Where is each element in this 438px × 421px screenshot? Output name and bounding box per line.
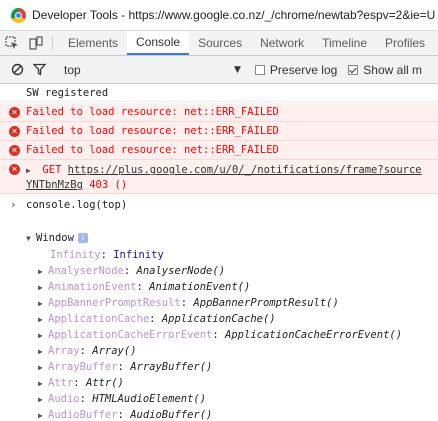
expand-triangle-icon[interactable]: ▶ bbox=[38, 360, 48, 376]
request-status: 403 () bbox=[89, 179, 128, 191]
property-value: AnimationEvent() bbox=[149, 281, 251, 293]
error-icon: ✕ bbox=[9, 164, 20, 175]
property-row[interactable]: ▶ ArrayBuffer: ArrayBuffer() bbox=[38, 359, 212, 375]
property-key: Attr bbox=[48, 377, 74, 389]
expand-triangle-icon[interactable]: ▶ bbox=[38, 392, 48, 408]
collapse-triangle-icon[interactable]: ▼ bbox=[26, 231, 36, 247]
expand-triangle-icon[interactable]: ▶ bbox=[38, 280, 48, 296]
property-value: ApplicationCacheErrorEvent() bbox=[225, 329, 403, 341]
console-log-line: SW registered bbox=[0, 84, 438, 102]
property-row[interactable]: ▶ AudioBuffer: AudioBuffer() bbox=[38, 407, 212, 421]
property-row[interactable]: ▶ Array: Array() bbox=[38, 343, 137, 359]
context-selector[interactable]: top bbox=[64, 63, 234, 77]
error-icon: ✕ bbox=[9, 107, 20, 118]
property-value: ArrayBuffer() bbox=[130, 361, 213, 373]
console-command-line: › console.log(top) bbox=[0, 194, 438, 216]
console-error-line: ✕ Failed to load resource: net::ERR_FAIL… bbox=[0, 141, 438, 160]
log-text: SW registered bbox=[26, 87, 109, 99]
property-row[interactable]: ▶ AnimationEvent: AnimationEvent() bbox=[38, 279, 250, 295]
command-text: console.log(top) bbox=[26, 199, 128, 211]
devtools-tabbar: Elements Console Sources Network Timelin… bbox=[0, 30, 438, 56]
tab-timeline[interactable]: Timeline bbox=[313, 31, 376, 55]
inspect-element-icon[interactable] bbox=[0, 31, 24, 55]
tab-elements[interactable]: Elements bbox=[59, 31, 127, 55]
show-all-messages-checkbox[interactable] bbox=[348, 64, 359, 75]
error-text: Failed to load resource: net::ERR_FAILED bbox=[26, 144, 279, 156]
expand-triangle-icon[interactable]: ▶ bbox=[38, 328, 48, 344]
window-label: Window bbox=[36, 232, 74, 244]
clear-console-icon[interactable] bbox=[6, 63, 28, 76]
device-mode-icon[interactable] bbox=[24, 31, 48, 55]
property-key: AnimationEvent bbox=[48, 281, 137, 293]
console-error-line: ✕ Failed to load resource: net::ERR_FAIL… bbox=[0, 103, 438, 122]
error-icon: ✕ bbox=[9, 126, 20, 137]
window-object-header[interactable]: ▼ Window i bbox=[26, 230, 88, 246]
filter-icon[interactable] bbox=[28, 63, 50, 76]
property-key: Array bbox=[48, 345, 80, 357]
prompt-chevron-icon: › bbox=[10, 198, 17, 211]
property-row[interactable]: ▶ Audio: HTMLAudioElement() bbox=[38, 391, 206, 407]
console-filterbar: top ▼ Preserve log Show all m bbox=[0, 56, 438, 84]
preserve-log-label[interactable]: Preserve log bbox=[270, 63, 337, 77]
property-key: ArrayBuffer bbox=[48, 361, 118, 373]
property-row[interactable]: ▶ Attr: Attr() bbox=[38, 375, 124, 391]
property-key: Infinity bbox=[50, 249, 101, 261]
preserve-log-checkbox[interactable] bbox=[254, 64, 265, 75]
property-key: ApplicationCache bbox=[48, 313, 150, 325]
property-value: ApplicationCache() bbox=[161, 313, 276, 325]
window-titlebar: Developer Tools - https://www.google.co.… bbox=[0, 0, 438, 30]
context-dropdown-icon[interactable]: ▼ bbox=[234, 65, 241, 75]
property-value: HTMLAudioElement() bbox=[92, 393, 207, 405]
expand-triangle-icon[interactable]: ▶ bbox=[38, 312, 48, 328]
console-error-line: ✕ Failed to load resource: net::ERR_FAIL… bbox=[0, 122, 438, 141]
property-key: Audio bbox=[48, 393, 80, 405]
expand-triangle-icon[interactable]: ▶ bbox=[38, 264, 48, 280]
info-icon[interactable]: i bbox=[77, 233, 88, 243]
property-value: Array() bbox=[92, 345, 137, 357]
toolbar-divider bbox=[52, 36, 53, 50]
show-all-messages-label[interactable]: Show all m bbox=[363, 63, 422, 77]
request-url-link[interactable]: https://plus.google.com/u/0/_/notificati… bbox=[68, 164, 422, 176]
tab-console[interactable]: Console bbox=[127, 31, 190, 55]
expand-triangle-icon[interactable]: ▶ bbox=[26, 163, 36, 179]
tab-sources[interactable]: Sources bbox=[189, 31, 251, 55]
property-key: AppBannerPromptResult bbox=[48, 297, 181, 309]
window-title: Developer Tools - https://www.google.co.… bbox=[32, 8, 436, 22]
property-row[interactable]: ▶ ApplicationCacheErrorEvent: Application… bbox=[38, 327, 402, 343]
tab-profiles[interactable]: Profiles bbox=[376, 31, 434, 55]
console-network-error: ✕ ▶ GET https://plus.google.com/u/0/_/no… bbox=[0, 160, 438, 194]
property-key: AnalyserNode bbox=[48, 265, 124, 277]
property-row[interactable]: ▶ AppBannerPromptResult: AppBannerPromptR… bbox=[38, 295, 339, 311]
property-row: Infinity: Infinity bbox=[50, 249, 164, 261]
property-key: ApplicationCacheErrorEvent bbox=[48, 329, 213, 341]
property-value: Infinity bbox=[113, 249, 164, 261]
error-text: Failed to load resource: net::ERR_FAILED bbox=[26, 106, 279, 118]
expand-triangle-icon[interactable]: ▶ bbox=[38, 296, 48, 312]
request-method: GET bbox=[42, 164, 62, 176]
chrome-logo-icon bbox=[11, 7, 26, 23]
property-key: AudioBuffer bbox=[48, 409, 118, 421]
property-row[interactable]: ▶ ApplicationCache: ApplicationCache() bbox=[38, 311, 276, 327]
property-value: AudioBuffer() bbox=[130, 409, 213, 421]
error-text: Failed to load resource: net::ERR_FAILED bbox=[26, 125, 279, 137]
property-value: AnalyserNode() bbox=[136, 265, 226, 277]
error-icon: ✕ bbox=[9, 145, 20, 156]
property-row[interactable]: ▶ AnalyserNode: AnalyserNode() bbox=[38, 263, 225, 279]
expand-triangle-icon[interactable]: ▶ bbox=[38, 344, 48, 360]
request-url-continuation[interactable]: YNTbnMzBg bbox=[26, 179, 83, 191]
tab-network[interactable]: Network bbox=[251, 31, 313, 55]
property-value: Attr() bbox=[85, 377, 124, 389]
expand-triangle-icon[interactable]: ▶ bbox=[38, 376, 48, 392]
console-output[interactable]: SW registered ✕ Failed to load resource:… bbox=[0, 84, 438, 421]
expand-triangle-icon[interactable]: ▶ bbox=[38, 408, 48, 421]
property-value: AppBannerPromptResult() bbox=[193, 297, 339, 309]
